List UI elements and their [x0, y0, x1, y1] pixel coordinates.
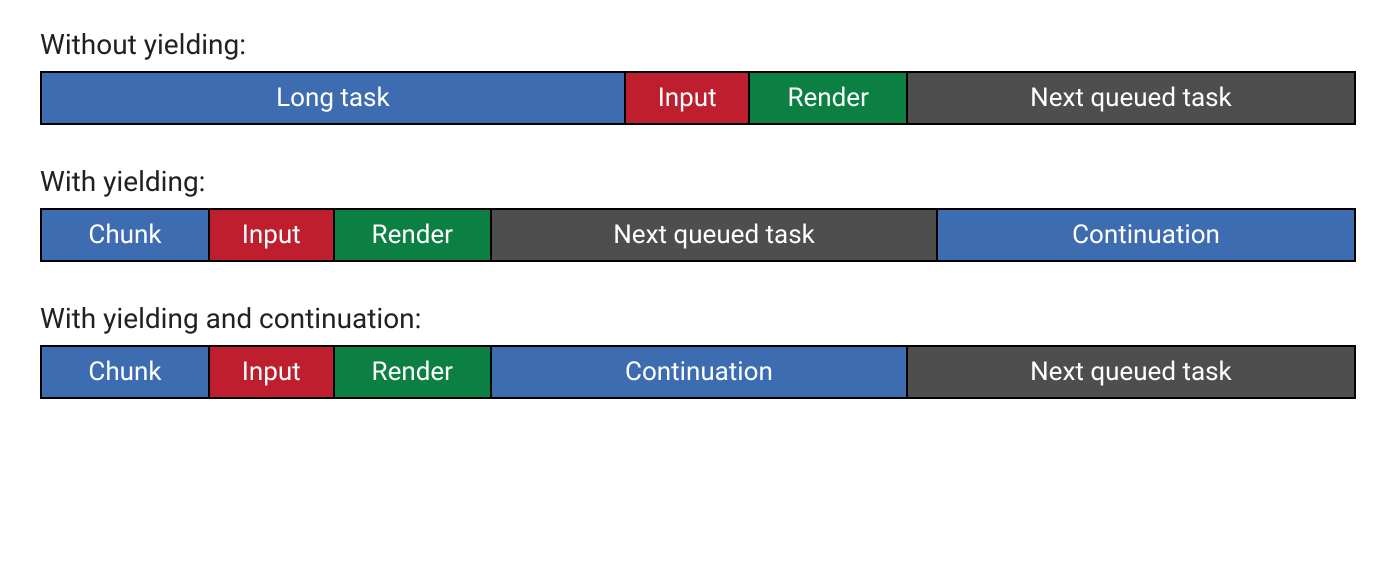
row-title: With yielding and continuation: [40, 302, 1356, 335]
timeline-bar: Long taskInputRenderNext queued task [40, 71, 1356, 125]
row-title: Without yielding: [40, 28, 1356, 61]
diagram-row: Without yielding: Long taskInputRenderNex… [40, 28, 1356, 125]
timeline-bar: ChunkInputRenderNext queued taskContinua… [40, 208, 1356, 262]
timeline-segment: Next queued task [908, 73, 1354, 123]
timeline-segment: Chunk [42, 347, 210, 397]
row-title: With yielding: [40, 165, 1356, 198]
timeline-segment: Input [210, 210, 335, 260]
task-scheduling-diagram: Without yielding:Long taskInputRenderNex… [40, 28, 1356, 399]
timeline-segment: Continuation [492, 347, 908, 397]
timeline-segment: Continuation [938, 210, 1354, 260]
diagram-row: With yielding and continuation: ChunkInpu… [40, 302, 1356, 399]
timeline-segment: Chunk [42, 210, 210, 260]
timeline-segment: Next queued task [908, 347, 1354, 397]
timeline-segment: Render [750, 73, 907, 123]
timeline-segment: Next queued task [492, 210, 938, 260]
timeline-segment: Input [210, 347, 335, 397]
timeline-segment: Render [335, 210, 492, 260]
timeline-segment: Input [626, 73, 751, 123]
diagram-row: With yielding: ChunkInputRenderNext queue… [40, 165, 1356, 262]
timeline-bar: ChunkInputRenderContinuationNext queued … [40, 345, 1356, 399]
timeline-segment: Long task [42, 73, 626, 123]
timeline-segment: Render [335, 347, 492, 397]
